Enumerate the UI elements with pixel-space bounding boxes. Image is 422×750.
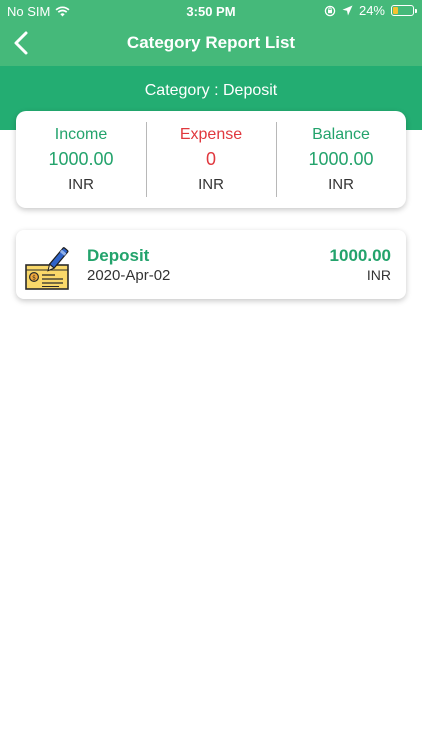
income-summary: Income 1000.00 INR: [16, 111, 146, 208]
page-title: Category Report List: [126, 33, 296, 52]
category-report-screen: No SIM 3:50 PM 24% Category Report List …: [0, 0, 422, 750]
balance-unit: INR: [328, 176, 354, 193]
svg-text:$: $: [32, 274, 36, 281]
entry-amount: 1000.00: [329, 246, 391, 265]
orientation-lock-icon: [324, 5, 336, 16]
balance-summary: Balance 1000.00 INR: [276, 111, 406, 208]
expense-label: Expense: [179, 126, 243, 143]
entry-title: Deposit: [87, 246, 150, 265]
balance-value: 1000.00: [308, 149, 374, 169]
location-arrow-icon: [342, 5, 353, 16]
entry-date: 2020-Apr-02: [87, 267, 171, 284]
expense-unit: INR: [198, 176, 224, 193]
status-right: 24%: [324, 3, 417, 18]
battery-percent: 24%: [358, 3, 385, 18]
income-unit: INR: [68, 176, 94, 193]
income-value: 1000.00: [48, 149, 114, 169]
expense-value: 0: [205, 149, 216, 169]
cheque-icon: $: [25, 247, 69, 290]
category-label: Category : Deposit: [144, 82, 278, 99]
status-bar: No SIM 3:50 PM 24%: [0, 0, 422, 22]
income-label: Income: [54, 126, 108, 143]
battery-fill: [393, 7, 398, 14]
balance-label: Balance: [312, 126, 370, 143]
battery-icon: [391, 5, 417, 16]
battery-nub: [415, 9, 417, 13]
expense-summary: Expense 0 INR: [146, 111, 276, 208]
summary-card: Income 1000.00 INR Expense 0 INR Balance…: [16, 111, 406, 208]
list-item[interactable]: $ Deposit 2020-Apr-02 1000.00 INR: [16, 230, 406, 299]
entry-currency: INR: [366, 267, 391, 283]
